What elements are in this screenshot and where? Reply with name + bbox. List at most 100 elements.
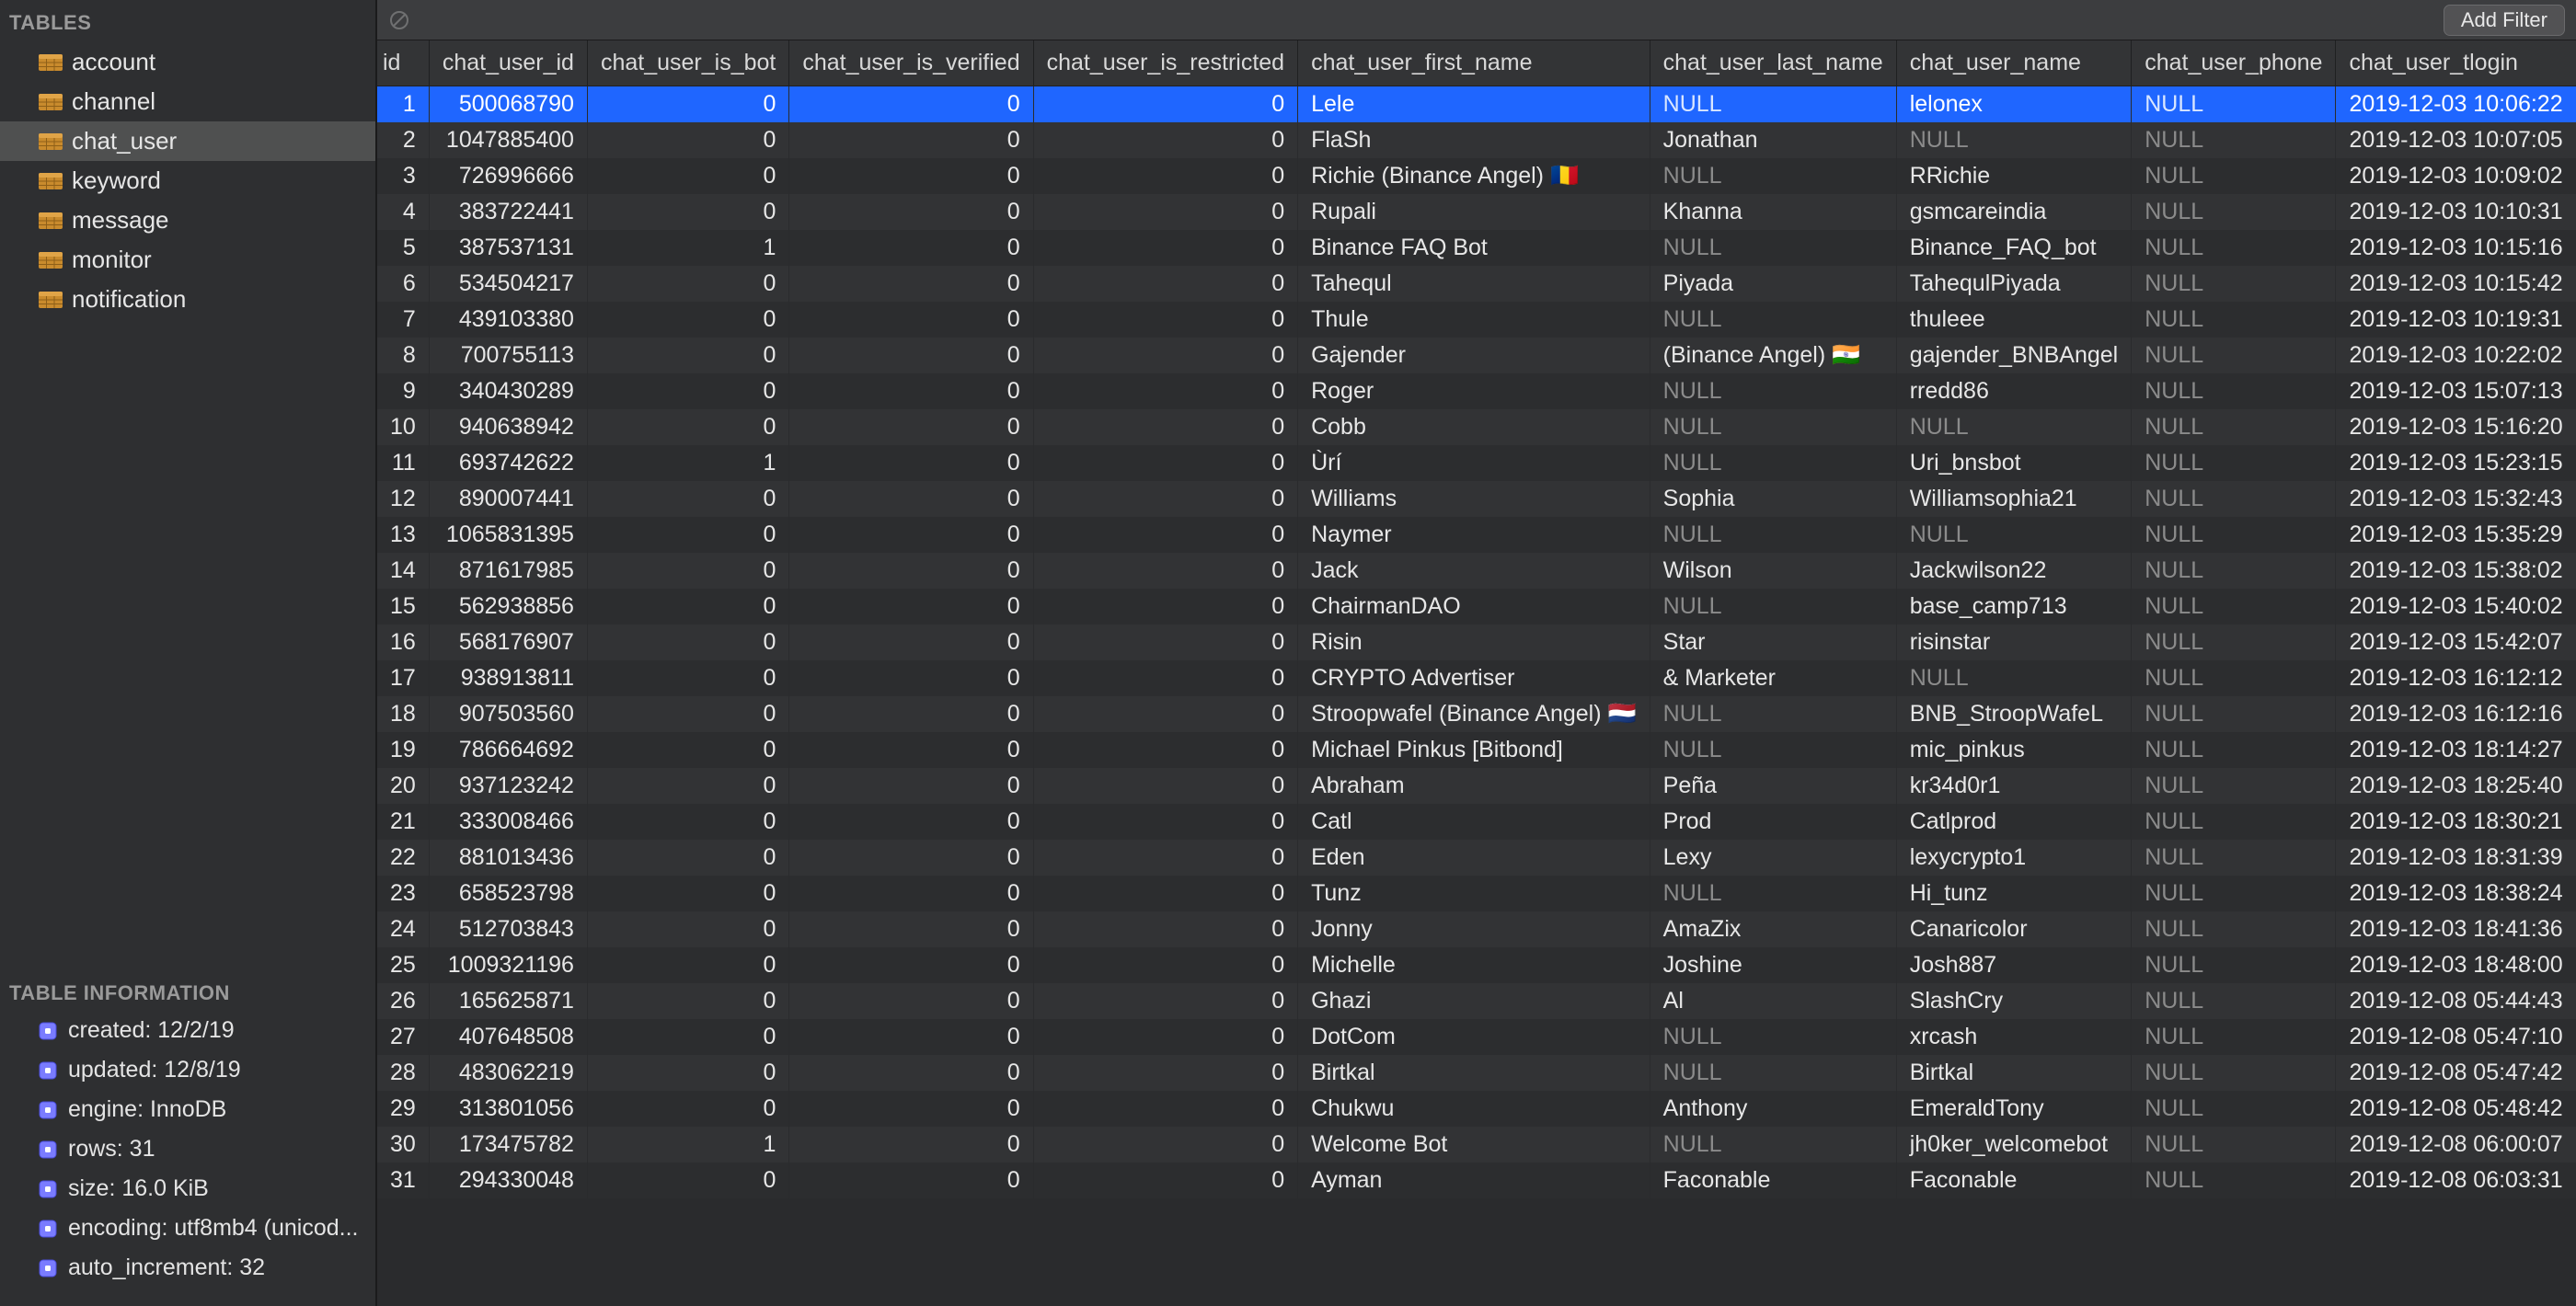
table-row[interactable]: 12890007441000WilliamsSophiaWilliamsophi…	[377, 481, 2576, 517]
cell[interactable]: NULL	[2132, 947, 2336, 983]
cell[interactable]: Tunz	[1298, 876, 1650, 911]
cell[interactable]: 0	[587, 266, 788, 302]
cell[interactable]: 0	[789, 1127, 1033, 1163]
cell[interactable]: 2019-12-08 05:47:42	[2336, 1055, 2576, 1091]
cell[interactable]: 340430289	[429, 373, 587, 409]
cell[interactable]: NULL	[2132, 1055, 2336, 1091]
cell[interactable]: NULL	[1650, 1055, 1896, 1091]
cell[interactable]: 0	[587, 876, 788, 911]
cell[interactable]: Jack	[1298, 553, 1650, 589]
cell[interactable]: 2019-12-08 05:44:43	[2336, 983, 2576, 1019]
cell[interactable]: 6	[377, 266, 429, 302]
cell[interactable]: 2019-12-08 06:03:31	[2336, 1163, 2576, 1198]
cell[interactable]: NULL	[1650, 86, 1896, 123]
cell[interactable]: BNB_StroopWafeL	[1896, 696, 2132, 732]
cell[interactable]: 383722441	[429, 194, 587, 230]
cell[interactable]: Khanna	[1650, 194, 1896, 230]
cell[interactable]: Cobb	[1298, 409, 1650, 445]
add-filter-button[interactable]: Add Filter	[2444, 5, 2565, 36]
cell[interactable]: 439103380	[429, 302, 587, 338]
cell[interactable]: 0	[1033, 302, 1297, 338]
cell[interactable]: 2019-12-03 16:12:16	[2336, 696, 2576, 732]
cell[interactable]: 0	[1033, 1019, 1297, 1055]
cell[interactable]: DotCom	[1298, 1019, 1650, 1055]
cell[interactable]: 2019-12-03 10:07:05	[2336, 122, 2576, 158]
cell[interactable]: Lexy	[1650, 840, 1896, 876]
cell[interactable]: 0	[1033, 409, 1297, 445]
cell[interactable]: 0	[1033, 338, 1297, 373]
cell[interactable]: 15	[377, 589, 429, 624]
cell[interactable]: 0	[1033, 589, 1297, 624]
cell[interactable]: 0	[587, 624, 788, 660]
cell[interactable]: NULL	[2132, 1091, 2336, 1127]
cell[interactable]: NULL	[2132, 840, 2336, 876]
cell[interactable]: NULL	[2132, 86, 2336, 123]
cell[interactable]: 16	[377, 624, 429, 660]
cell[interactable]: 0	[1033, 194, 1297, 230]
cell[interactable]: Joshine	[1650, 947, 1896, 983]
cell[interactable]: 2019-12-03 15:16:20	[2336, 409, 2576, 445]
cell[interactable]: Risin	[1298, 624, 1650, 660]
table-row[interactable]: 31294330048000AymanFaconableFaconableNUL…	[377, 1163, 2576, 1198]
cell[interactable]: (Binance Angel) 🇮🇳	[1650, 338, 1896, 373]
cell[interactable]: 0	[587, 194, 788, 230]
cell[interactable]: 0	[587, 373, 788, 409]
data-scroll[interactable]: idchat_user_idchat_user_is_botchat_user_…	[377, 40, 2576, 1306]
cell[interactable]: 0	[789, 1019, 1033, 1055]
cell[interactable]: Thule	[1298, 302, 1650, 338]
cell[interactable]: 0	[1033, 445, 1297, 481]
table-row[interactable]: 9340430289000RogerNULLrredd86NULL2019-12…	[377, 373, 2576, 409]
table-row[interactable]: 7439103380000ThuleNULLthuleeeNULL2019-12…	[377, 302, 2576, 338]
cell[interactable]: 937123242	[429, 768, 587, 804]
table-row[interactable]: 28483062219000BirtkalNULLBirtkalNULL2019…	[377, 1055, 2576, 1091]
column-header[interactable]: chat_user_is_restricted	[1033, 40, 1297, 86]
cell[interactable]: 0	[587, 840, 788, 876]
cell[interactable]: Piyada	[1650, 266, 1896, 302]
table-row[interactable]: 26165625871000GhaziAlSlashCryNULL2019-12…	[377, 983, 2576, 1019]
cell[interactable]: Stroopwafel (Binance Angel) 🇳🇱	[1298, 696, 1650, 732]
cell[interactable]: NULL	[2132, 732, 2336, 768]
cell[interactable]: Star	[1650, 624, 1896, 660]
cell[interactable]: NULL	[2132, 804, 2336, 840]
cell[interactable]: 0	[789, 481, 1033, 517]
table-row[interactable]: 21333008466000CatlProdCatlprodNULL2019-1…	[377, 804, 2576, 840]
cell[interactable]: 0	[1033, 983, 1297, 1019]
cell[interactable]: 2019-12-08 05:47:10	[2336, 1019, 2576, 1055]
column-header[interactable]: id	[377, 40, 429, 86]
cell[interactable]: 693742622	[429, 445, 587, 481]
column-header[interactable]: chat_user_is_bot	[587, 40, 788, 86]
cell[interactable]: 0	[789, 409, 1033, 445]
cell[interactable]: 2019-12-03 18:25:40	[2336, 768, 2576, 804]
cell[interactable]: 0	[1033, 1091, 1297, 1127]
cell[interactable]: 0	[1033, 911, 1297, 947]
cell[interactable]: 0	[789, 266, 1033, 302]
cell[interactable]: 23	[377, 876, 429, 911]
cell[interactable]: 0	[587, 158, 788, 194]
table-row[interactable]: 20937123242000AbrahamPeñakr34d0r1NULL201…	[377, 768, 2576, 804]
table-row[interactable]: 8700755113000Gajender(Binance Angel) 🇮🇳g…	[377, 338, 2576, 373]
cell[interactable]: AmaZix	[1650, 911, 1896, 947]
cell[interactable]: 0	[587, 338, 788, 373]
cell[interactable]: 786664692	[429, 732, 587, 768]
cell[interactable]: Gajender	[1298, 338, 1650, 373]
cell[interactable]: NULL	[2132, 983, 2336, 1019]
table-row[interactable]: 11693742622100ÙríNULLUri_bnsbotNULL2019-…	[377, 445, 2576, 481]
cell[interactable]: 12	[377, 481, 429, 517]
cell[interactable]: 2019-12-03 18:38:24	[2336, 876, 2576, 911]
cell[interactable]: 0	[1033, 624, 1297, 660]
cell[interactable]: 1065831395	[429, 517, 587, 553]
cell[interactable]: NULL	[1650, 1127, 1896, 1163]
cell[interactable]: 700755113	[429, 338, 587, 373]
cell[interactable]: risinstar	[1896, 624, 2132, 660]
cell[interactable]: 881013436	[429, 840, 587, 876]
cell[interactable]: 2019-12-03 15:07:13	[2336, 373, 2576, 409]
cell[interactable]: NULL	[1896, 660, 2132, 696]
cell[interactable]: Catl	[1298, 804, 1650, 840]
cell[interactable]: 0	[789, 302, 1033, 338]
cell[interactable]: Ayman	[1298, 1163, 1650, 1198]
cell[interactable]: base_camp713	[1896, 589, 2132, 624]
cell[interactable]: 13	[377, 517, 429, 553]
cell[interactable]: 0	[1033, 122, 1297, 158]
cell[interactable]: 0	[789, 911, 1033, 947]
cell[interactable]: 0	[789, 660, 1033, 696]
